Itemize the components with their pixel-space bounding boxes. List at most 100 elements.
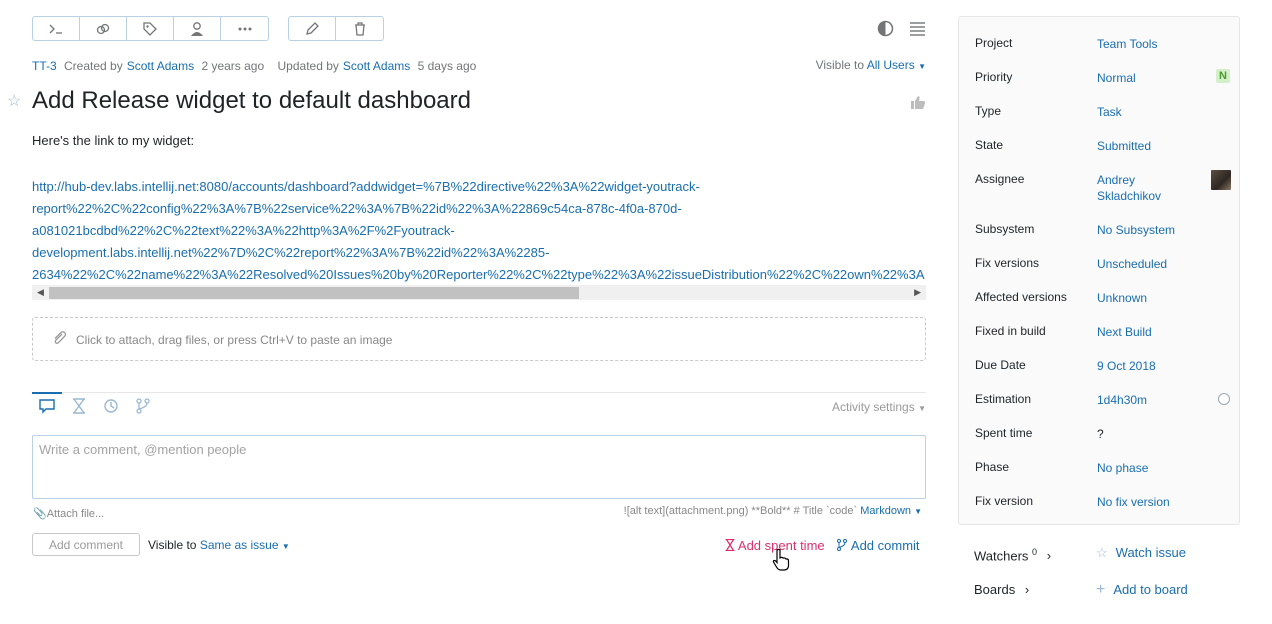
comment-visibility-value: Same as issue [199, 538, 279, 552]
watch-issue-link[interactable]: ☆ Watch issue [1096, 545, 1186, 561]
url-line: http://hub-dev.labs.intellij.net:8080/ac… [32, 179, 700, 194]
created-ago: 2 years ago [201, 59, 265, 73]
field-label: Type [975, 104, 1002, 118]
add-commit-label: Add commit [850, 538, 920, 553]
tab-spent-time[interactable] [69, 397, 89, 415]
creator-link[interactable]: Scott Adams [127, 59, 194, 73]
watchers-label: Watchers [974, 548, 1029, 564]
assignee-first-name: Andrey [1097, 173, 1136, 187]
watch-issue-label: Watch issue [1115, 545, 1186, 560]
updated-prefix: Updated by [277, 59, 339, 73]
assign-user-button[interactable] [174, 17, 221, 40]
field-value[interactable]: Andrey Skladchikov [1097, 172, 1161, 204]
field-value[interactable]: No Subsystem [1097, 222, 1175, 238]
tab-history[interactable] [101, 397, 121, 415]
user-icon [191, 21, 203, 36]
field-label: Fix version [975, 494, 1034, 508]
updater-link[interactable]: Scott Adams [343, 59, 410, 73]
watchers-toggle[interactable]: Watchers 0 › [974, 547, 1051, 563]
hourglass-icon [725, 538, 735, 552]
widget-url[interactable]: http://hub-dev.labs.intellij.net:8080/ac… [32, 176, 926, 284]
markdown-dropdown[interactable]: Markdown ▼ [860, 505, 922, 517]
tag-button[interactable] [127, 17, 174, 40]
link-button[interactable] [80, 17, 127, 40]
field-label: Due Date [975, 358, 1026, 372]
field-value[interactable]: No phase [1097, 460, 1148, 476]
active-tab-indicator [32, 392, 62, 394]
scrollbar-thumb[interactable] [49, 287, 579, 299]
tab-vcs-changes[interactable] [133, 397, 153, 415]
scroll-left-icon[interactable]: ◀ [37, 287, 44, 298]
field-value[interactable]: Normal [1097, 70, 1136, 86]
edit-toolbar [288, 16, 384, 41]
add-to-board-label: Add to board [1113, 582, 1188, 597]
field-value[interactable]: Task [1097, 104, 1122, 120]
add-commit-link[interactable]: Add commit [836, 538, 920, 553]
field-value[interactable]: No fix version [1097, 494, 1170, 510]
vcs-icon [136, 398, 150, 414]
field-label: Estimation [975, 392, 1032, 406]
pencil-icon [306, 21, 319, 35]
field-label: Project [975, 36, 1013, 50]
field-value[interactable]: Next Build [1097, 324, 1152, 340]
field-value[interactable]: ? [1097, 426, 1104, 442]
add-to-board-link[interactable]: + Add to board [1096, 581, 1188, 599]
field-label: Subsystem [975, 222, 1035, 236]
history-icon [104, 399, 118, 413]
comment-input[interactable]: Write a comment, @mention people [32, 435, 926, 499]
boards-toggle[interactable]: Boards › [974, 582, 1029, 597]
issue-description: Here's the link to my widget: [32, 133, 195, 148]
priority-badge: N [1216, 69, 1230, 83]
estimation-radio[interactable] [1218, 393, 1230, 405]
issue-id[interactable]: TT-3 [32, 59, 57, 73]
add-comment-button[interactable]: Add comment [32, 533, 140, 556]
attach-file-link[interactable]: 📎Attach file... [33, 507, 104, 520]
activity-settings[interactable]: Activity settings ▼ [832, 400, 926, 414]
link-icon [96, 23, 110, 34]
field-value[interactable]: 1d4h30m [1097, 392, 1147, 408]
field-value[interactable]: Team Tools [1097, 36, 1157, 52]
delete-button[interactable] [336, 17, 383, 40]
thumbs-up-icon[interactable] [910, 94, 926, 110]
created-prefix: Created by [64, 59, 123, 73]
more-icon [238, 27, 251, 30]
activity-settings-label: Activity settings [832, 400, 915, 414]
field-value[interactable]: 9 Oct 2018 [1097, 358, 1156, 374]
command-icon [49, 24, 62, 34]
tab-comments[interactable] [37, 397, 57, 415]
star-icon[interactable]: ☆ [7, 91, 21, 111]
comment-placeholder: Write a comment, @mention people [39, 442, 247, 457]
horizontal-scrollbar[interactable]: ◀ ▶ [32, 285, 926, 300]
assignee-last-name: Skladchikov [1097, 189, 1162, 203]
updated-ago: 5 days ago [417, 59, 477, 73]
field-value[interactable]: Unknown [1097, 290, 1147, 306]
field-label: Affected versions [975, 290, 1067, 304]
visibility-value: All Users [866, 58, 915, 72]
assignee-avatar[interactable] [1211, 170, 1231, 190]
lines-menu-icon[interactable] [909, 20, 926, 37]
field-label: Fixed in build [975, 324, 1046, 338]
visibility-prefix: Visible to [815, 58, 865, 72]
caret-down-icon: ▼ [281, 542, 290, 551]
visibility-dropdown[interactable]: All Users ▼ [867, 58, 926, 72]
contrast-icon[interactable] [877, 20, 894, 37]
paperclip-icon: 📎 [33, 508, 47, 520]
scroll-right-icon[interactable]: ▶ [914, 287, 921, 298]
attachment-dropzone[interactable]: Click to attach, drag files, or press Ct… [32, 317, 926, 361]
hourglass-icon [73, 398, 85, 414]
edit-button[interactable] [289, 17, 336, 40]
comment-visibility-dropdown[interactable]: Same as issue ▼ [200, 538, 290, 552]
issue-toolbar [32, 16, 269, 41]
more-button[interactable] [221, 17, 268, 40]
field-value[interactable]: Unscheduled [1097, 256, 1167, 272]
markdown-hint: ![alt text](attachment.png) **Bold** # T… [624, 505, 922, 517]
field-value[interactable]: Submitted [1097, 138, 1151, 154]
command-button[interactable] [33, 17, 80, 40]
field-label: Fix versions [975, 256, 1040, 270]
comment-visibility-prefix: Visible to [148, 538, 197, 552]
tag-icon [143, 21, 157, 36]
field-label: Phase [975, 460, 1010, 474]
hand-cursor-icon [772, 548, 790, 571]
issue-visibility: Visible to All Users ▼ [816, 58, 926, 72]
trash-icon [354, 21, 365, 36]
